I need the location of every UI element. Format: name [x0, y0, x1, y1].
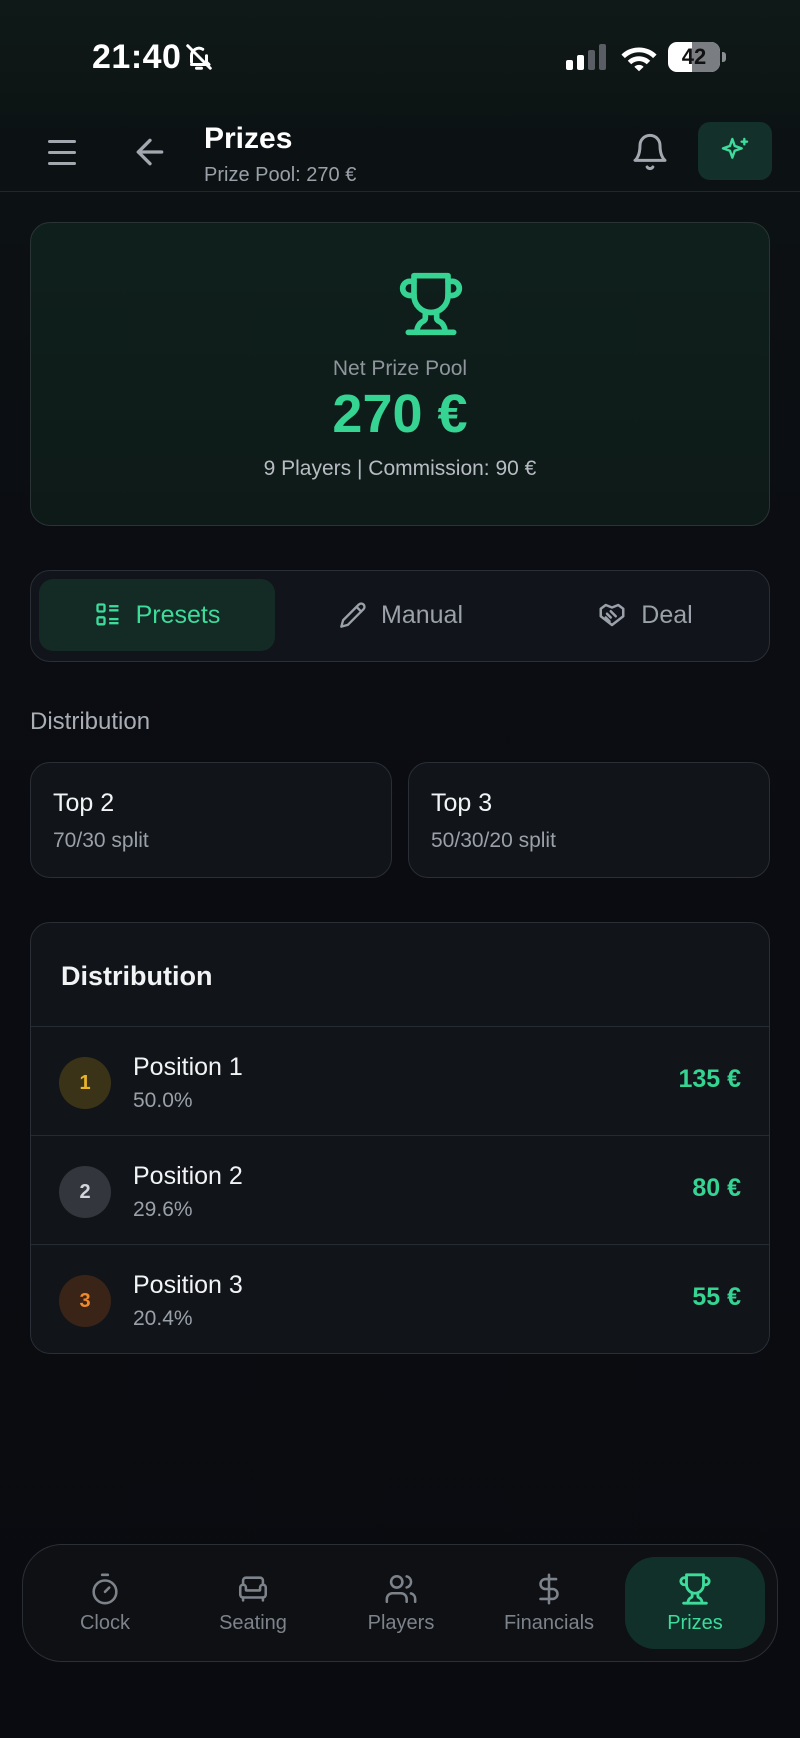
battery-level: 42 — [681, 44, 707, 69]
nav-clock-label: Clock — [79, 1611, 130, 1634]
page-title: Prizes — [204, 122, 293, 155]
tab-manual[interactable]: Manual — [283, 579, 519, 651]
wifi-icon — [621, 47, 657, 72]
tab-presets[interactable]: Presets — [39, 579, 275, 651]
position-amount: 55 € — [692, 1283, 741, 1311]
preset-top-3[interactable]: Top 3 50/30/20 split — [408, 762, 770, 878]
position-name: Position 2 — [133, 1162, 243, 1190]
net-prize-pool-label: Net Prize Pool — [332, 357, 468, 380]
tab-manual-label: Manual — [381, 600, 463, 629]
armchair-icon — [238, 1575, 268, 1602]
tab-deal[interactable]: Deal — [527, 579, 763, 651]
preset-title: Top 2 — [53, 789, 115, 817]
nav-prizes-label: Prizes — [667, 1611, 723, 1634]
status-bar: 21:40 42 — [0, 0, 800, 110]
back-arrow-icon[interactable] — [130, 132, 170, 172]
position-amount: 135 € — [678, 1065, 741, 1093]
sparkles-icon — [721, 137, 749, 159]
status-time: 21:40 — [92, 38, 182, 76]
rank-badge: 2 — [59, 1166, 111, 1218]
preset-subtitle: 50/30/20 split — [431, 829, 556, 852]
battery-icon: 42 — [668, 42, 726, 72]
prize-pool-meta: 9 Players | Commission: 90 € — [263, 457, 537, 480]
menu-button[interactable] — [42, 132, 82, 172]
nav-players[interactable]: Players — [331, 1557, 471, 1649]
nav-prizes[interactable]: Prizes — [625, 1557, 765, 1649]
bottom-nav: Clock Seating Players Financials Prizes — [22, 1544, 778, 1662]
sparkles-button[interactable] — [698, 122, 772, 180]
preset-title: Top 3 — [431, 789, 493, 817]
mode-tabs: Presets Manual Deal — [30, 570, 770, 662]
position-amount: 80 € — [692, 1174, 741, 1202]
rank-badge: 3 — [59, 1275, 111, 1327]
list-icon — [95, 603, 119, 626]
tab-presets-label: Presets — [135, 600, 221, 629]
distribution-row[interactable]: 3 Position 3 20.4% 55 € — [31, 1244, 769, 1353]
users-icon — [385, 1574, 417, 1603]
distribution-card: Distribution 1 Position 1 50.0% 135 € 2 … — [30, 922, 770, 1354]
trophy-icon — [399, 272, 463, 336]
position-percent: 29.6% — [133, 1198, 193, 1221]
nav-financials-label: Financials — [503, 1611, 595, 1634]
nav-players-label: Players — [367, 1611, 435, 1634]
handshake-icon — [599, 603, 625, 627]
position-percent: 20.4% — [133, 1307, 193, 1330]
position-percent: 50.0% — [133, 1089, 193, 1112]
app-header: Prizes Prize Pool: 270 € — [0, 110, 800, 192]
pencil-icon — [340, 602, 366, 628]
prize-pool-card: Net Prize Pool 270 € 9 Players | Commiss… — [30, 222, 770, 526]
nav-financials[interactable]: Financials — [479, 1557, 619, 1649]
nav-seating[interactable]: Seating — [183, 1557, 323, 1649]
dollar-icon — [539, 1573, 559, 1604]
tab-deal-label: Deal — [641, 600, 693, 629]
preset-top-2[interactable]: Top 2 70/30 split — [30, 762, 392, 878]
position-name: Position 1 — [133, 1053, 243, 1081]
nav-clock[interactable]: Clock — [35, 1557, 175, 1649]
page-subtitle: Prize Pool: 270 € — [204, 164, 357, 186]
distribution-title: Distribution — [61, 961, 213, 991]
position-name: Position 3 — [133, 1271, 243, 1299]
bell-off-icon — [186, 44, 212, 70]
preset-subtitle: 70/30 split — [53, 829, 149, 852]
trophy-icon — [679, 1572, 711, 1605]
distribution-row[interactable]: 1 Position 1 50.0% 135 € — [31, 1026, 769, 1135]
stopwatch-icon — [92, 1573, 118, 1604]
presets-section-label: Distribution — [30, 708, 151, 735]
cell-signal-icon — [566, 44, 606, 70]
bell-icon[interactable] — [630, 132, 670, 172]
distribution-row[interactable]: 2 Position 2 29.6% 80 € — [31, 1135, 769, 1244]
rank-badge: 1 — [59, 1057, 111, 1109]
nav-seating-label: Seating — [219, 1611, 287, 1634]
net-prize-pool-amount: 270 € — [332, 384, 468, 444]
